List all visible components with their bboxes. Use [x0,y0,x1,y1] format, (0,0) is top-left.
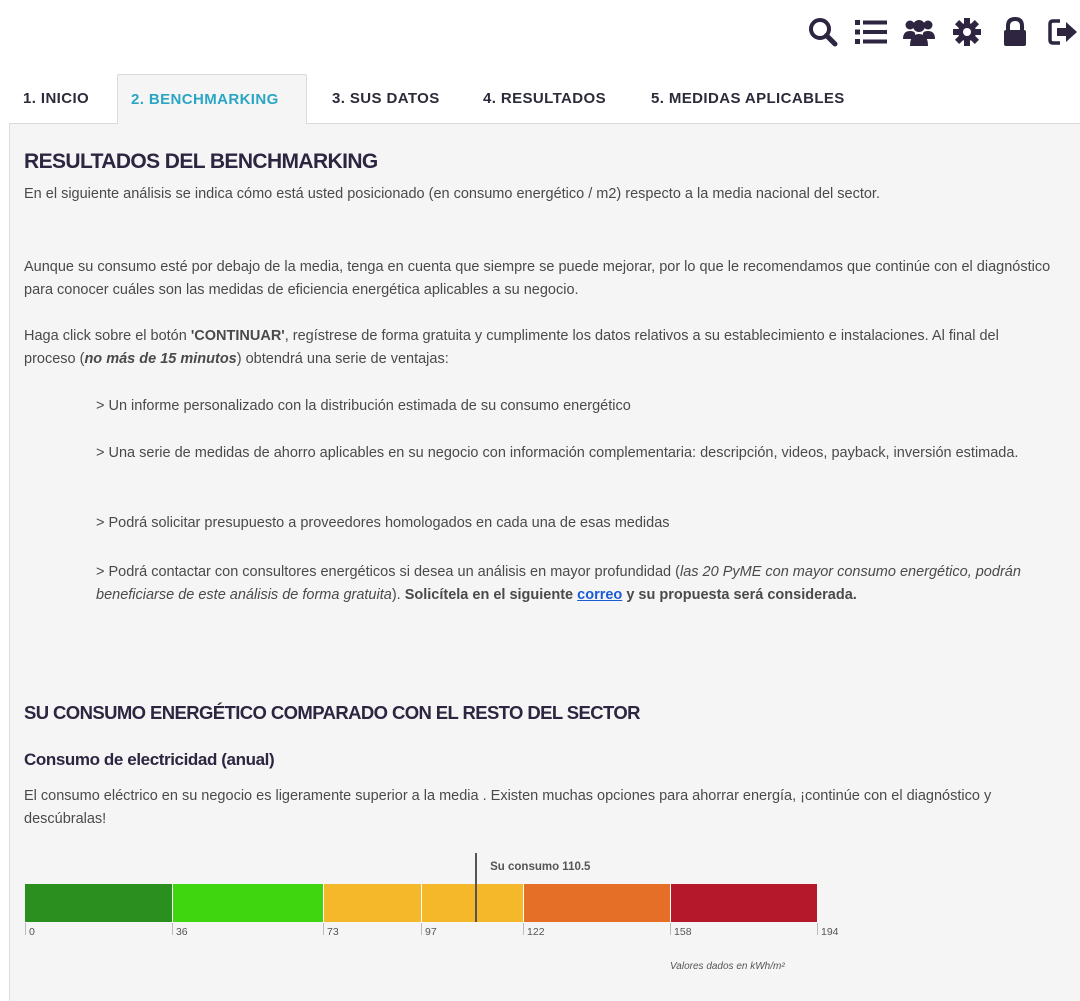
scale-segment [171,884,324,922]
instructions-text-c: ) obtendrá una serie de ventajas: [236,351,449,367]
consultants-cta-a: Solicítela en el siguiente [404,587,578,603]
instructions-paragraph: Haga click sobre el botón 'CONTINUAR', r… [24,325,1054,371]
scale-segment [25,884,172,922]
benefit-item-consultants: > Podrá contactar con consultores energé… [96,561,1080,607]
tab-inicio[interactable]: 1. INICIO [23,74,89,124]
your-consumption-label: Su consumo 110.5 [490,861,591,873]
benefit-item-measures: > Una serie de medidas de ahorro aplicab… [96,445,1019,461]
tab-sus-datos[interactable]: 3. SUS DATOS [332,74,440,124]
scale-tick-label: 122 [527,926,545,938]
scale-tick [25,923,26,935]
scale-tick [323,923,325,935]
your-consumption-marker [475,853,478,922]
tab-benchmarking[interactable]: 2. BENCHMARKING [117,74,307,125]
search-icon[interactable] [806,14,840,50]
scale-tick [670,923,672,935]
logout-icon[interactable] [1046,14,1080,50]
lock-icon[interactable] [998,14,1032,50]
scale-tick-label: 73 [327,926,339,938]
instructions-text-a: Haga click sobre el botón [24,328,191,344]
top-toolbar [0,0,1080,70]
scale-tick [817,923,818,935]
list-icon[interactable] [854,14,888,50]
segment-divider [670,884,672,922]
segment-divider [171,884,173,922]
segment-divider [421,884,422,922]
scale-tick [523,923,525,935]
scale-tick [421,923,422,935]
benefit-item-report: > Un informe personalizado con la distri… [96,398,631,414]
scale-tick-label: 194 [821,926,839,938]
users-icon[interactable] [902,14,936,50]
scale-segment [421,884,524,922]
page-title: RESULTADOS DEL BENCHMARKING [24,150,378,173]
benefit-item-quotes: > Podrá solicitar presupuesto a proveedo… [96,515,670,531]
tab-medidas-aplicables[interactable]: 5. MEDIDAS APLICABLES [651,74,845,124]
scale-tick [171,923,173,935]
segment-divider [523,884,525,922]
consultants-text-a: > Podrá contactar con consultores energé… [96,564,680,580]
tab-resultados[interactable]: 4. RESULTADOS [483,74,606,124]
intro-paragraph: En el siguiente análisis se indica cómo … [24,186,880,202]
scale-segment [323,884,421,922]
segment-divider [323,884,325,922]
time-estimate: no más de 15 minutos [84,351,237,367]
recommendation-paragraph: Aunque su consumo esté por debajo de la … [24,259,1051,298]
scale-tick-label: 97 [425,926,437,938]
scale-tick-label: 158 [674,926,692,938]
comparison-section-title: SU CONSUMO ENERGÉTICO COMPARADO CON EL R… [24,702,641,723]
scale-tick-label: 0 [29,926,35,938]
consultants-text-b: ). [391,587,405,603]
scale-segment [523,884,671,922]
gear-icon[interactable] [950,14,984,50]
units-note: Valores dados en kWh/m² [670,961,785,972]
electricity-subsection-title: Consumo de electricidad (anual) [24,750,275,769]
correo-link[interactable]: correo [577,587,622,603]
scale-tick-label: 36 [175,926,188,938]
consultants-cta-b: y su propuesta será considerada. [622,587,857,603]
scale-bar [25,884,817,922]
benchmarking-panel: RESULTADOS DEL BENCHMARKING En el siguie… [9,124,1080,1001]
scale-segment [670,884,817,922]
electricity-summary: El consumo eléctrico en su negocio es li… [24,788,992,827]
wizard-tabs: 1. INICIO 2. BENCHMARKING 3. SUS DATOS 4… [9,74,1080,125]
toolbar-icons [806,14,1080,50]
continuar-keyword: 'CONTINUAR' [190,328,285,344]
